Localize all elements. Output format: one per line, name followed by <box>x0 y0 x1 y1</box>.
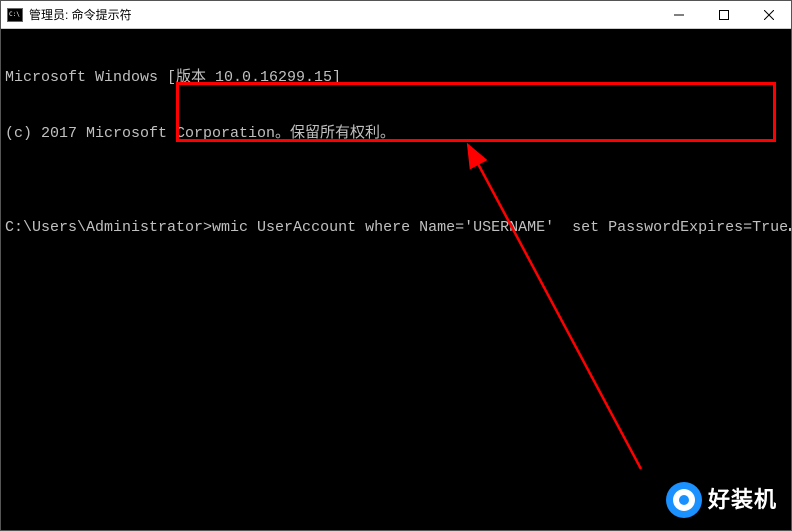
close-button[interactable] <box>746 1 791 28</box>
minimize-button[interactable] <box>656 1 701 28</box>
cmd-icon <box>7 8 23 22</box>
titlebar-left: 管理员: 命令提示符 <box>1 6 132 23</box>
cursor <box>789 228 791 231</box>
prompt-text: C:\Users\Administrator> <box>5 219 212 236</box>
annotation-arrow <box>1 29 791 530</box>
command-text: wmic UserAccount where Name='USERNAME' s… <box>212 219 788 236</box>
terminal-line: Microsoft Windows [版本 10.0.16299.15] <box>5 69 787 88</box>
window-controls <box>656 1 791 28</box>
maximize-button[interactable] <box>701 1 746 28</box>
watermark: 好装机 <box>666 482 777 518</box>
cmd-window: 管理员: 命令提示符 Microsoft Windows [版本 10.0.16… <box>0 0 792 531</box>
terminal-prompt-line: C:\Users\Administrator>wmic UserAccount … <box>5 219 787 238</box>
titlebar: 管理员: 命令提示符 <box>1 1 791 29</box>
terminal-line: (c) 2017 Microsoft Corporation。保留所有权利。 <box>5 125 787 144</box>
window-title: 管理员: 命令提示符 <box>29 6 132 23</box>
watermark-badge-icon <box>666 482 702 518</box>
watermark-text: 好装机 <box>708 486 777 514</box>
terminal-area[interactable]: Microsoft Windows [版本 10.0.16299.15] (c)… <box>1 29 791 530</box>
